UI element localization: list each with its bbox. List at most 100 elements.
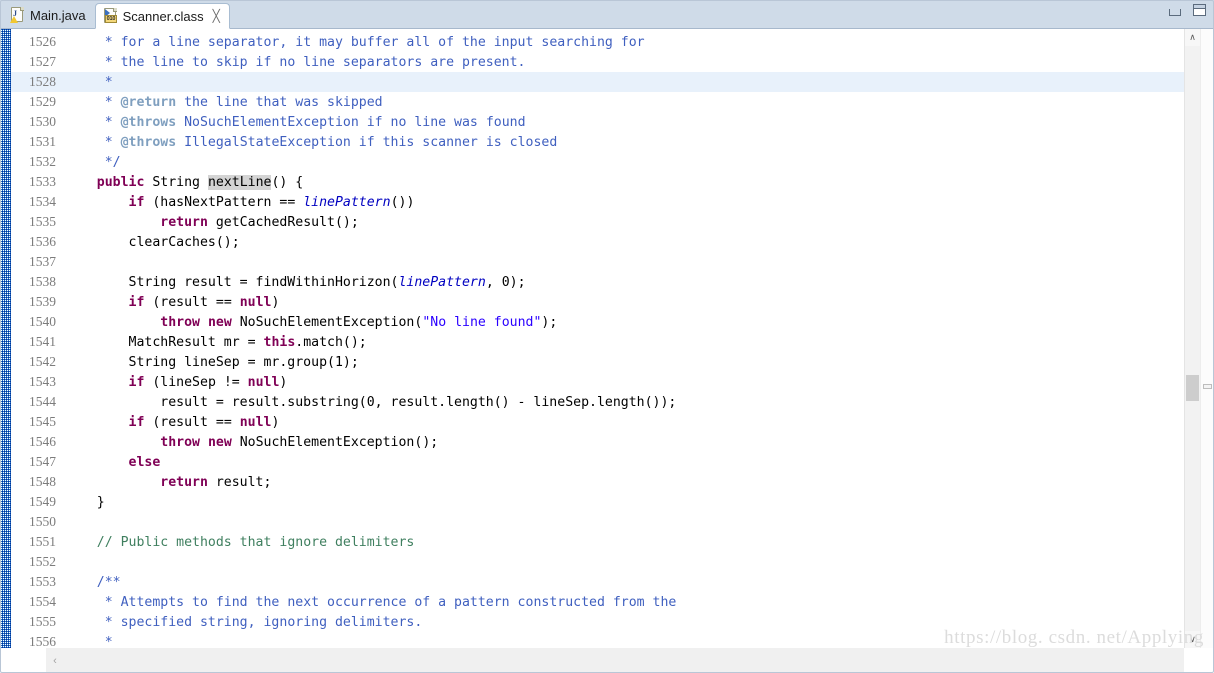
bottom-left-spacer — [0, 648, 46, 673]
bottom-right-spacer — [1184, 648, 1214, 673]
editor-tab-bar: J Main.java 010 Scanner.class ╳ — [0, 0, 1214, 29]
code-line[interactable]: 1556 * — [11, 632, 1184, 648]
code-line[interactable]: 1550 — [11, 512, 1184, 532]
code-line[interactable]: 1551 // Public methods that ignore delim… — [11, 532, 1184, 552]
line-content: return getCachedResult(); — [160, 215, 359, 230]
line-content: if (lineSep != null) — [128, 375, 288, 390]
line-number: 1555 — [29, 614, 56, 629]
code-line[interactable]: 1538 String result = findWithinHorizon(l… — [11, 272, 1184, 292]
code-editor: 1526 * for a line separator, it may buff… — [0, 29, 1214, 648]
maximize-icon[interactable] — [1193, 4, 1206, 16]
line-content: // Public methods that ignore delimiters — [96, 535, 415, 550]
tab-label: Main.java — [30, 7, 86, 23]
editor-bottom-bar: ‹ — [0, 648, 1214, 673]
line-content: result = result.substring(0, result.leng… — [65, 395, 677, 410]
code-line[interactable]: 1527 * the line to skip if no line separ… — [11, 52, 1184, 72]
code-line[interactable]: 1533 public String nextLine() { — [11, 172, 1184, 192]
overview-ruler[interactable] — [1200, 29, 1214, 648]
line-content: } — [65, 495, 105, 510]
line-content: * @throws IllegalStateException if this … — [104, 135, 558, 150]
line-number: 1546 — [29, 434, 56, 449]
line-number: 1542 — [29, 354, 56, 369]
line-content: if (hasNextPattern == linePattern()) — [128, 195, 415, 210]
change-ruler[interactable] — [0, 29, 11, 648]
line-number: 1538 — [29, 274, 56, 289]
code-line[interactable]: 1539 if (result == null) — [11, 292, 1184, 312]
line-content: * the line to skip if no line separators… — [104, 55, 526, 70]
line-number: 1543 — [29, 374, 56, 389]
line-number: 1548 — [29, 474, 56, 489]
scroll-up-icon[interactable]: ∧ — [1185, 29, 1200, 46]
code-line[interactable]: 1547 else — [11, 452, 1184, 472]
scroll-left-icon[interactable]: ‹ — [46, 655, 64, 667]
code-text-area[interactable]: 1526 * for a line separator, it may buff… — [11, 29, 1184, 648]
code-line[interactable]: 1535 return getCachedResult(); — [11, 212, 1184, 232]
class-file-icon: 010 — [103, 8, 118, 24]
line-content: * specified string, ignoring delimiters. — [104, 615, 423, 630]
code-line[interactable]: 1541 MatchResult mr = this.match(); — [11, 332, 1184, 352]
code-line[interactable]: 1554 * Attempts to find the next occurre… — [11, 592, 1184, 612]
editor-window: J Main.java 010 Scanner.class ╳ 1526 * f… — [0, 0, 1214, 673]
code-line[interactable]: 1530 * @throws NoSuchElementException if… — [11, 112, 1184, 132]
line-content: else — [128, 455, 161, 470]
code-line[interactable]: 1536 clearCaches(); — [11, 232, 1184, 252]
line-content: return result; — [160, 475, 272, 490]
code-line[interactable]: 1553 /** — [11, 572, 1184, 592]
code-line[interactable]: 1548 return result; — [11, 472, 1184, 492]
line-content: String result = findWithinHorizon(linePa… — [65, 275, 526, 290]
vertical-scrollbar[interactable]: ∧ ∨ — [1184, 29, 1200, 648]
code-line[interactable]: 1540 throw new NoSuchElementException("N… — [11, 312, 1184, 332]
line-content: * — [104, 635, 113, 648]
line-content: /** — [96, 575, 121, 590]
horizontal-scrollbar[interactable]: ‹ — [46, 648, 1184, 673]
line-content: MatchResult mr = this.match(); — [65, 335, 367, 350]
line-number: 1529 — [29, 94, 56, 109]
line-number: 1530 — [29, 114, 56, 129]
code-line[interactable]: 1526 * for a line separator, it may buff… — [11, 32, 1184, 52]
line-number: 1528 — [29, 74, 56, 89]
code-line[interactable]: 1528 * — [11, 72, 1184, 92]
line-content: throw new NoSuchElementException(); — [160, 435, 439, 450]
line-content: if (result == null) — [128, 295, 280, 310]
line-content: * for a line separator, it may buffer al… — [104, 35, 645, 50]
code-line[interactable]: 1532 */ — [11, 152, 1184, 172]
close-icon[interactable]: ╳ — [213, 10, 220, 22]
overview-ruler-marker[interactable] — [1203, 384, 1212, 389]
line-number: 1535 — [29, 214, 56, 229]
line-number: 1526 — [29, 34, 56, 49]
line-number: 1549 — [29, 494, 56, 509]
code-line-list: 1526 * for a line separator, it may buff… — [11, 32, 1184, 648]
tab-main-java[interactable]: J Main.java — [3, 2, 95, 28]
code-line[interactable]: 1549 } — [11, 492, 1184, 512]
line-number: 1552 — [29, 554, 56, 569]
code-line[interactable]: 1544 result = result.substring(0, result… — [11, 392, 1184, 412]
line-number: 1547 — [29, 454, 56, 469]
vertical-scroll-track[interactable] — [1185, 46, 1200, 631]
code-line[interactable]: 1543 if (lineSep != null) — [11, 372, 1184, 392]
line-number: 1536 — [29, 234, 56, 249]
code-line[interactable]: 1555 * specified string, ignoring delimi… — [11, 612, 1184, 632]
line-number: 1533 — [29, 174, 56, 189]
scroll-down-icon[interactable]: ∨ — [1185, 631, 1200, 648]
code-line[interactable]: 1546 throw new NoSuchElementException(); — [11, 432, 1184, 452]
line-content: * @return the line that was skipped — [104, 95, 383, 110]
line-content: */ — [104, 155, 121, 170]
line-number: 1551 — [29, 534, 56, 549]
tab-label: Scanner.class — [122, 8, 204, 24]
code-line[interactable]: 1542 String lineSep = mr.group(1); — [11, 352, 1184, 372]
tab-scanner-class[interactable]: 010 Scanner.class ╳ — [94, 3, 230, 29]
line-number: 1537 — [29, 254, 56, 269]
vertical-scroll-thumb[interactable] — [1186, 375, 1199, 401]
line-number: 1540 — [29, 314, 56, 329]
code-line[interactable]: 1531 * @throws IllegalStateException if … — [11, 132, 1184, 152]
line-content: * @throws NoSuchElementException if no l… — [104, 115, 526, 130]
line-number: 1553 — [29, 574, 56, 589]
code-line[interactable]: 1534 if (hasNextPattern == linePattern()… — [11, 192, 1184, 212]
code-line[interactable]: 1545 if (result == null) — [11, 412, 1184, 432]
code-line[interactable]: 1529 * @return the line that was skipped — [11, 92, 1184, 112]
line-content: throw new NoSuchElementException("No lin… — [160, 315, 558, 330]
line-number: 1550 — [29, 514, 56, 529]
code-line[interactable]: 1537 — [11, 252, 1184, 272]
minimize-icon[interactable] — [1169, 8, 1181, 16]
code-line[interactable]: 1552 — [11, 552, 1184, 572]
